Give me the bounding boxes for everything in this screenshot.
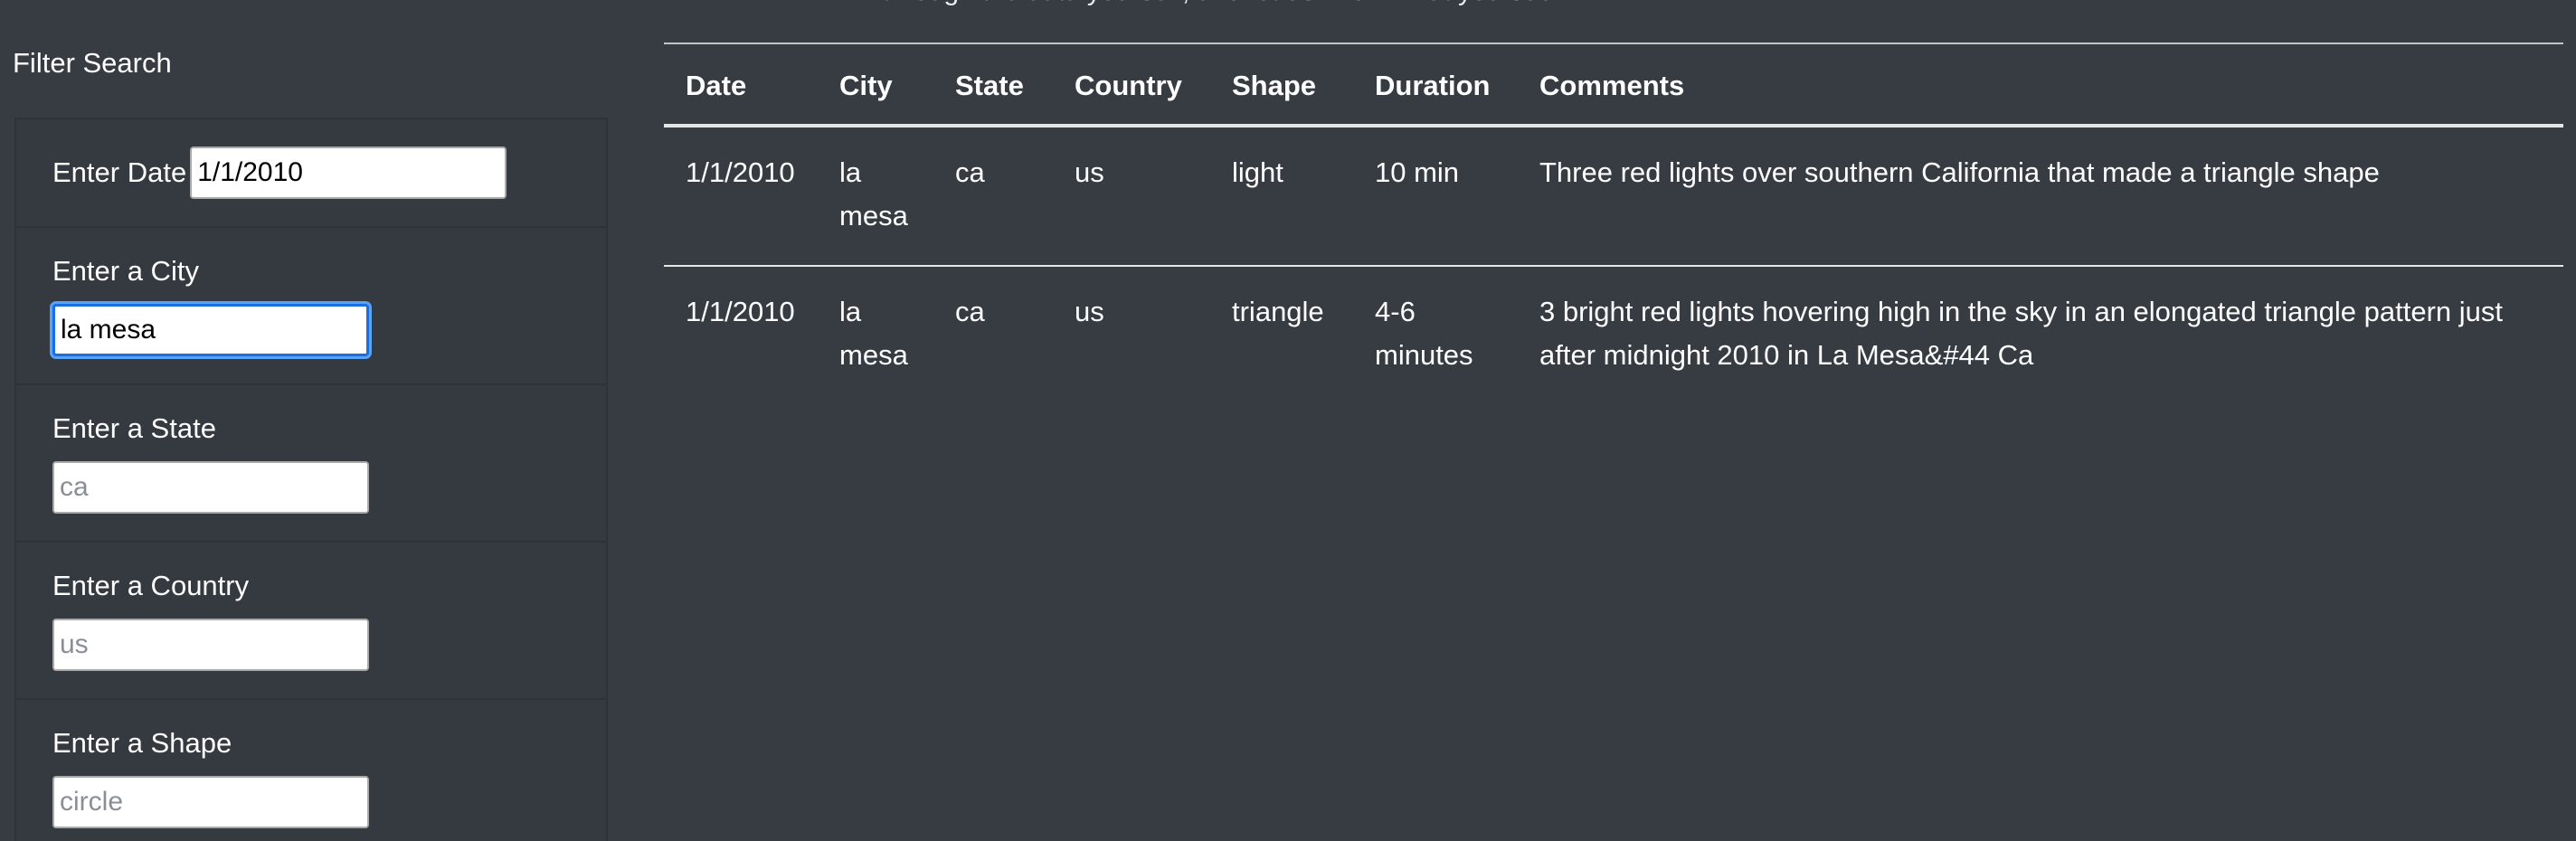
city-input[interactable] bbox=[52, 304, 369, 356]
country-label: Enter a Country bbox=[52, 570, 250, 601]
cell-date: 1/1/2010 bbox=[664, 126, 818, 267]
header-city: City bbox=[818, 44, 933, 128]
filter-country: Enter a Country bbox=[16, 543, 606, 700]
intro-text: through the data yourself, and let us kn… bbox=[882, 0, 1560, 7]
date-input[interactable] bbox=[190, 146, 507, 199]
shape-label: Enter a Shape bbox=[52, 727, 232, 759]
header-date: Date bbox=[664, 44, 818, 128]
header-comments: Comments bbox=[1518, 44, 2563, 128]
cell-country: us bbox=[1053, 126, 1210, 267]
cell-date: 1/1/2010 bbox=[686, 296, 795, 327]
filter-state: Enter a State bbox=[16, 385, 606, 543]
ufo-sightings-page: through the data yourself, and let us kn… bbox=[0, 0, 2576, 841]
cell-city: la mesa bbox=[818, 126, 933, 267]
filter-date: Enter Date bbox=[16, 119, 606, 228]
cell-state: ca bbox=[933, 126, 1053, 267]
state-input[interactable] bbox=[52, 461, 369, 514]
cell-city: la mesa bbox=[839, 296, 908, 371]
results-table-container: Date City State Country Shape Duration C… bbox=[664, 43, 2563, 404]
cell-shape: triangle bbox=[1232, 296, 1324, 327]
filter-panel: Enter Date Enter a City Enter a State En… bbox=[14, 118, 608, 841]
state-label: Enter a State bbox=[52, 412, 216, 444]
header-country: Country bbox=[1053, 44, 1210, 128]
cell-duration: 4-6 minutes bbox=[1375, 296, 1473, 371]
header-state: State bbox=[933, 44, 1053, 128]
filter-shape: Enter a Shape bbox=[16, 700, 606, 841]
cell-state: ca bbox=[955, 296, 985, 327]
country-input[interactable] bbox=[52, 619, 369, 671]
cell-country: us bbox=[1075, 296, 1104, 327]
date-label: Enter Date bbox=[52, 156, 187, 188]
table-top-divider bbox=[664, 43, 2563, 44]
cell-comments: Three red lights over southern Californi… bbox=[1518, 126, 2563, 267]
table-row: 1/1/2010 la mesa ca us triangle 4-6 minu… bbox=[664, 266, 2563, 404]
filter-search-title: Filter Search bbox=[13, 47, 172, 79]
city-label: Enter a City bbox=[52, 255, 199, 287]
filter-city: Enter a City bbox=[16, 228, 606, 385]
table-header-row: Date City State Country Shape Duration C… bbox=[664, 44, 2563, 128]
cell-duration: 10 min bbox=[1353, 126, 1518, 267]
header-shape: Shape bbox=[1210, 44, 1353, 128]
ufo-table: Date City State Country Shape Duration C… bbox=[664, 44, 2563, 404]
shape-input[interactable] bbox=[52, 776, 369, 828]
header-duration: Duration bbox=[1353, 44, 1518, 128]
table-row: 1/1/2010 la mesa ca us light 10 min Thre… bbox=[664, 126, 2563, 267]
cell-shape: light bbox=[1210, 126, 1353, 267]
cell-comments: 3 bright red lights hovering high in the… bbox=[1539, 296, 2504, 371]
